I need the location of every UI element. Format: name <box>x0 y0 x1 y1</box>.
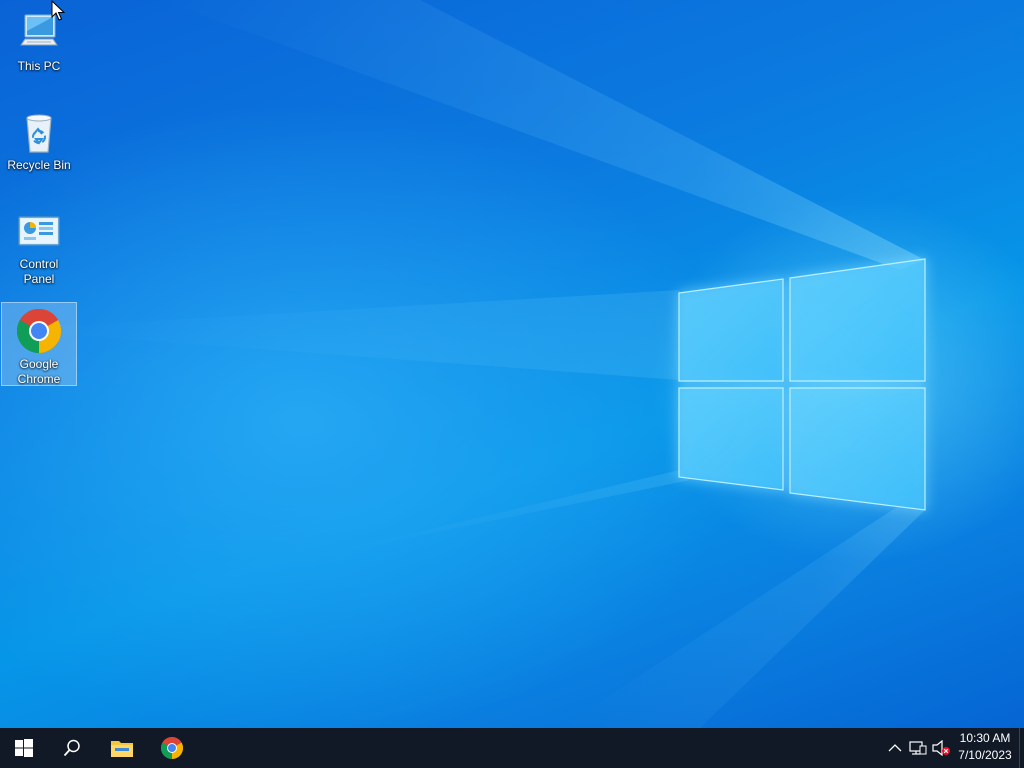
clock-date: 7/10/2023 <box>958 748 1012 762</box>
desktop-icon-google-chrome[interactable]: Google Chrome <box>1 302 77 386</box>
desktop-icon-control-panel[interactable]: Control Panel <box>1 202 77 286</box>
network-status-button[interactable] <box>908 738 928 758</box>
chrome-icon <box>17 309 61 353</box>
windows-start-icon <box>15 739 33 757</box>
windows-logo-wallpaper <box>678 258 926 511</box>
control-panel-icon <box>18 216 60 246</box>
desktop-icon-label: This PC <box>17 59 61 73</box>
desktop-icon-label: Recycle Bin <box>7 158 71 172</box>
search-icon <box>63 739 80 757</box>
desktop-icon-this-pc[interactable]: This PC <box>1 4 77 86</box>
desktop-icon-label: Control Panel <box>19 257 59 286</box>
network-icon <box>909 741 927 755</box>
volume-button[interactable] <box>931 738 951 758</box>
volume-muted-icon <box>932 740 950 756</box>
show-desktop-button[interactable] <box>1019 728 1024 768</box>
taskbar-clock[interactable]: 10:30 AM 7/10/2023 <box>956 730 1014 764</box>
file-explorer-icon <box>111 741 133 757</box>
desktop-background[interactable]: This PC Recycle Bin Control Panel Google… <box>0 0 1024 728</box>
taskbar: 10:30 AM 7/10/2023 <box>0 728 1024 768</box>
taskbar-chrome-button[interactable] <box>148 728 196 768</box>
start-button[interactable] <box>0 728 48 768</box>
chrome-icon <box>161 737 183 759</box>
show-hidden-icons-button[interactable] <box>885 738 905 758</box>
desktop-icon-label: Google Chrome <box>17 357 61 386</box>
mouse-cursor-icon <box>51 0 65 21</box>
recycle-bin-icon <box>26 114 52 153</box>
desktop-icon-recycle-bin[interactable]: Recycle Bin <box>1 103 77 185</box>
taskbar-file-explorer-button[interactable] <box>98 728 146 768</box>
clock-time: 10:30 AM <box>959 731 1011 745</box>
search-button[interactable] <box>48 728 96 768</box>
chevron-up-icon <box>888 744 902 752</box>
